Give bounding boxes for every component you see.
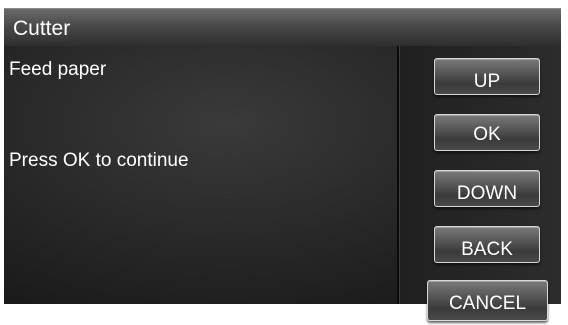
screen-title: Cutter (13, 17, 71, 40)
back-button[interactable]: BACK (434, 226, 540, 263)
instruction-text: Feed paper (9, 59, 107, 80)
cutter-screen: Cutter Feed paper Press OK to continue U… (0, 0, 568, 325)
cancel-button[interactable]: CANCEL (427, 280, 548, 321)
ok-button[interactable]: OK (434, 114, 540, 151)
up-button[interactable]: UP (434, 58, 540, 95)
down-button[interactable]: DOWN (434, 170, 540, 207)
prompt-text: Press OK to continue (9, 150, 189, 171)
title-bar: Cutter (4, 8, 561, 46)
panel-divider (397, 46, 400, 304)
